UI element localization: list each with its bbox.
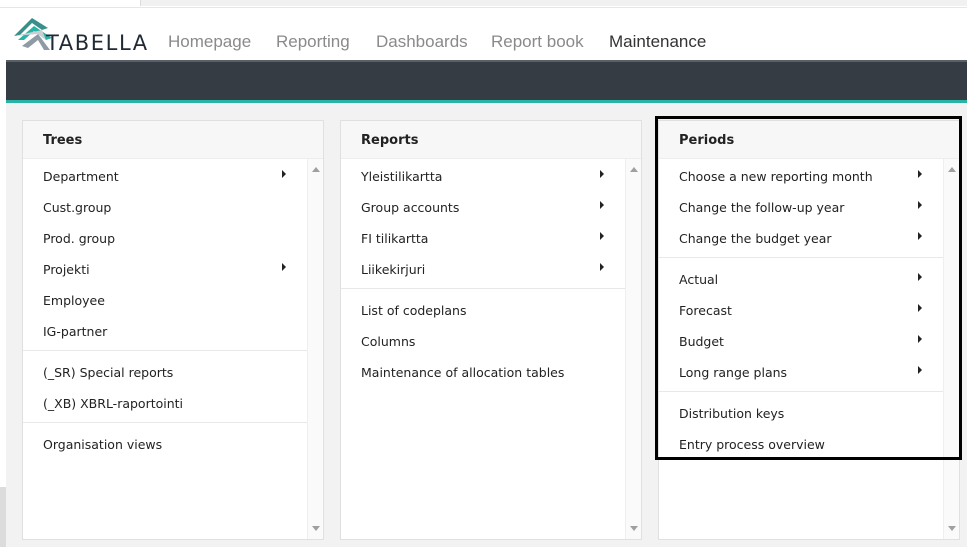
reports-item-group-accounts[interactable]: Group accounts bbox=[361, 200, 459, 215]
scroll-down-icon[interactable] bbox=[948, 526, 956, 531]
submenu-arrow-icon bbox=[282, 170, 286, 178]
periods-panel-header: Periods bbox=[659, 121, 959, 159]
reports-panel-header: Reports bbox=[341, 121, 641, 159]
nav-homepage[interactable]: Homepage bbox=[168, 32, 251, 52]
trees-item-organisation-views[interactable]: Organisation views bbox=[43, 437, 162, 452]
reports-item-fi-tilikartta[interactable]: FI tilikartta bbox=[361, 231, 428, 246]
tabella-logo[interactable]: TABELLA bbox=[12, 16, 152, 56]
periods-item-distribution-keys[interactable]: Distribution keys bbox=[679, 406, 784, 421]
toolbar-bar bbox=[6, 60, 967, 101]
trees-title: Trees bbox=[43, 133, 83, 148]
left-edge-grip bbox=[0, 487, 6, 547]
app-header: TABELLA Homepage Reporting Dashboards Re… bbox=[0, 8, 967, 60]
nav-reporting[interactable]: Reporting bbox=[276, 32, 350, 52]
reports-scrollbar[interactable] bbox=[625, 159, 641, 539]
submenu-arrow-icon bbox=[918, 366, 922, 374]
periods-item-long-range-plans[interactable]: Long range plans bbox=[679, 365, 787, 380]
trees-scrollbar[interactable] bbox=[307, 159, 323, 539]
reports-item-yleistilikartta[interactable]: Yleistilikartta bbox=[361, 169, 442, 184]
separator bbox=[23, 422, 307, 423]
submenu-arrow-icon bbox=[282, 263, 286, 271]
trees-panel: Trees Department Cust.group Prod. group … bbox=[22, 120, 324, 540]
browser-top-strip bbox=[0, 0, 967, 8]
trees-item-department[interactable]: Department bbox=[43, 169, 119, 184]
reports-item-columns[interactable]: Columns bbox=[361, 334, 415, 349]
submenu-arrow-icon bbox=[918, 170, 922, 178]
nav-report-book[interactable]: Report book bbox=[491, 32, 584, 52]
submenu-arrow-icon bbox=[600, 201, 604, 209]
separator bbox=[659, 391, 943, 392]
reports-item-list-of-codeplans[interactable]: List of codeplans bbox=[361, 303, 467, 318]
trees-item-special-reports[interactable]: (_SR) Special reports bbox=[43, 365, 173, 380]
submenu-arrow-icon bbox=[600, 232, 604, 240]
trees-item-prod-group[interactable]: Prod. group bbox=[43, 231, 115, 246]
submenu-arrow-icon bbox=[918, 232, 922, 240]
separator bbox=[659, 257, 943, 258]
scroll-up-icon[interactable] bbox=[312, 167, 320, 172]
submenu-arrow-icon bbox=[918, 201, 922, 209]
trees-panel-header: Trees bbox=[23, 121, 323, 159]
trees-item-xbrl-raportointi[interactable]: (_XB) XBRL-raportointi bbox=[43, 396, 183, 411]
periods-item-budget[interactable]: Budget bbox=[679, 334, 724, 349]
trees-item-cust-group[interactable]: Cust.group bbox=[43, 200, 111, 215]
scroll-down-icon[interactable] bbox=[312, 526, 320, 531]
separator bbox=[341, 288, 625, 289]
submenu-arrow-icon bbox=[918, 273, 922, 281]
periods-item-follow-up-year[interactable]: Change the follow-up year bbox=[679, 200, 844, 215]
submenu-arrow-icon bbox=[600, 170, 604, 178]
scroll-up-icon[interactable] bbox=[948, 167, 956, 172]
reports-title: Reports bbox=[361, 133, 419, 148]
periods-item-new-reporting-month[interactable]: Choose a new reporting month bbox=[679, 169, 873, 184]
nav-maintenance[interactable]: Maintenance bbox=[609, 32, 706, 52]
periods-title: Periods bbox=[679, 133, 735, 148]
reports-item-liikekirjuri[interactable]: Liikekirjuri bbox=[361, 262, 425, 277]
reports-panel: Reports Yleistilikartta Group accounts F… bbox=[340, 120, 642, 540]
trees-item-employee[interactable]: Employee bbox=[43, 293, 105, 308]
scroll-up-icon[interactable] bbox=[630, 167, 638, 172]
trees-item-ig-partner[interactable]: IG-partner bbox=[43, 324, 107, 339]
periods-item-entry-process-overview[interactable]: Entry process overview bbox=[679, 437, 825, 452]
submenu-arrow-icon bbox=[918, 335, 922, 343]
browser-tab-edge bbox=[140, 0, 967, 6]
periods-panel: Periods Choose a new reporting month Cha… bbox=[658, 120, 960, 540]
periods-scrollbar[interactable] bbox=[943, 159, 959, 539]
submenu-arrow-icon bbox=[600, 263, 604, 271]
separator bbox=[23, 350, 307, 351]
trees-item-projekti[interactable]: Projekti bbox=[43, 262, 90, 277]
submenu-arrow-icon bbox=[918, 304, 922, 312]
periods-item-forecast[interactable]: Forecast bbox=[679, 303, 732, 318]
scroll-down-icon[interactable] bbox=[630, 526, 638, 531]
reports-item-allocation-tables[interactable]: Maintenance of allocation tables bbox=[361, 365, 564, 380]
nav-dashboards[interactable]: Dashboards bbox=[376, 32, 468, 52]
periods-item-actual[interactable]: Actual bbox=[679, 272, 718, 287]
periods-item-budget-year[interactable]: Change the budget year bbox=[679, 231, 832, 246]
logo-text: TABELLA bbox=[46, 31, 149, 55]
